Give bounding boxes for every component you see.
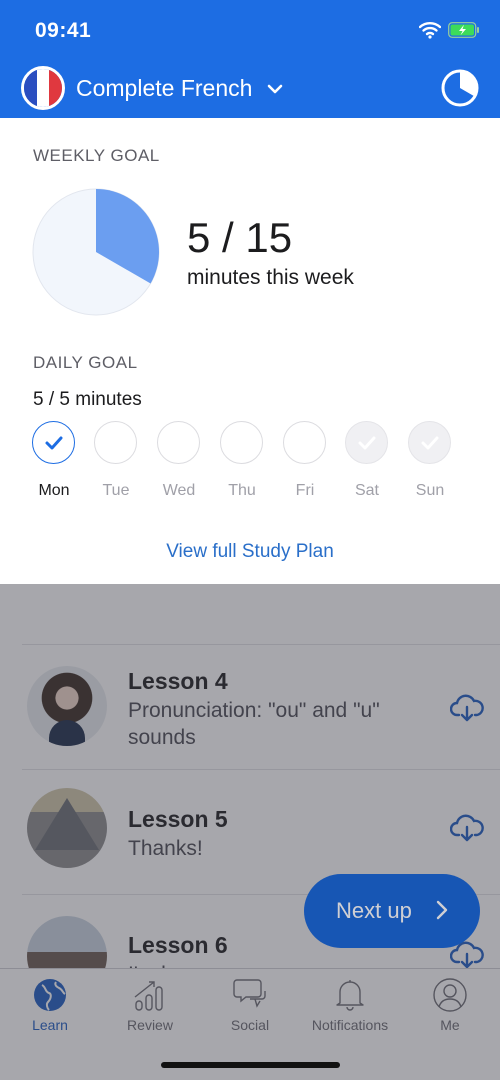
weekly-goal-label: WEEKLY GOAL: [33, 146, 160, 165]
next-up-button[interactable]: Next up: [304, 874, 480, 948]
day-status-circle: [32, 421, 75, 464]
day-status-circle: [94, 421, 137, 464]
daily-goal-label: DAILY GOAL: [33, 353, 138, 372]
home-indicator[interactable]: [161, 1062, 340, 1068]
day-label: Mon: [38, 482, 70, 499]
day-sat: Sat: [345, 421, 389, 500]
app-header: 09:41 Complete French: [0, 0, 500, 118]
view-study-plan-link[interactable]: View full Study Plan: [0, 541, 500, 563]
day-label: Sat: [354, 482, 379, 499]
day-label: Thu: [228, 482, 256, 499]
day-status-circle: [283, 421, 326, 464]
weekly-goal-value: 5 / 15: [187, 214, 293, 261]
day-fri: Fri: [283, 421, 327, 500]
day-mon: Mon: [32, 421, 76, 500]
day-wed: Wed: [157, 421, 201, 500]
next-up-label: Next up: [336, 898, 412, 923]
day-sun: Sun: [408, 421, 452, 500]
weekly-goal-caption: minutes this week: [187, 266, 354, 289]
pie-progress-icon[interactable]: [440, 68, 480, 108]
france-flag-icon[interactable]: [21, 66, 65, 110]
day-label: Sun: [415, 482, 445, 499]
day-tracker: Mon Tue Wed Thu Fri Sat Sun: [32, 421, 472, 511]
course-title[interactable]: Complete French: [76, 75, 252, 102]
daily-goal-value: 5 / 5 minutes: [33, 389, 142, 410]
day-label: Fri: [295, 482, 315, 499]
day-status-circle: [408, 421, 451, 464]
day-status-circle: [220, 421, 263, 464]
day-label: Wed: [162, 482, 196, 499]
day-tue: Tue: [94, 421, 138, 500]
chevron-down-icon[interactable]: [265, 81, 285, 97]
checkmark-icon: [358, 436, 375, 449]
study-goal-panel: WEEKLY GOAL 5 / 15 minutes this week DAI…: [0, 118, 500, 584]
day-status-circle: [345, 421, 388, 464]
checkmark-icon: [421, 436, 438, 449]
battery-charging-icon: [448, 22, 479, 38]
wifi-icon: [419, 22, 441, 39]
day-status-circle: [157, 421, 200, 464]
day-label: Tue: [102, 482, 130, 499]
weekly-goal-pie: [32, 188, 160, 316]
day-thu: Thu: [220, 421, 264, 500]
status-time: 09:41: [35, 19, 92, 42]
chevron-right-icon: [436, 900, 448, 920]
checkmark-icon: [45, 436, 62, 449]
